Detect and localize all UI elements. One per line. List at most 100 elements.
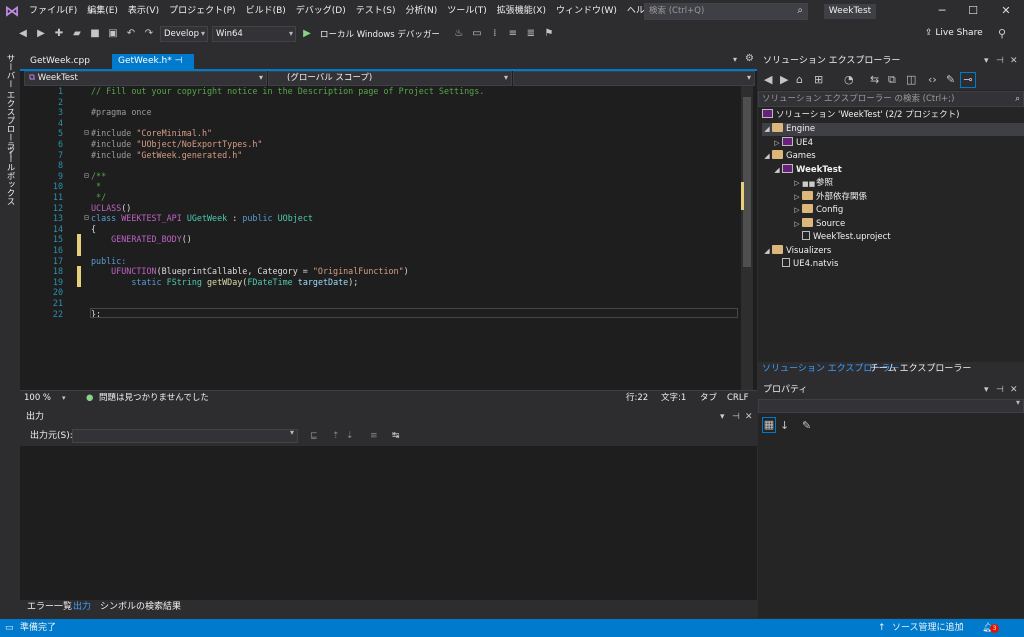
output-window-icon[interactable]: ▭: [5, 619, 14, 637]
member-nav-select[interactable]: ▾: [513, 71, 755, 86]
code-editor[interactable]: 1 2 3 4 5 6 7 8 9 10 11 12 13 14 15 16 17 18 19 20 21 22 ⊟ ⊟ …: [20, 86, 740, 390]
properties-wrench-icon[interactable]: ✎: [946, 71, 955, 89]
open-folder-icon[interactable]: ▰: [70, 26, 84, 42]
expanded-arrow-icon[interactable]: ◢: [762, 150, 772, 163]
comment-icon[interactable]: ⁞: [488, 26, 502, 42]
solution-search-input[interactable]: ソリューション エクスプローラー の検索 (Ctrl+;) ⌕: [758, 91, 1024, 107]
save-icon[interactable]: ■: [88, 26, 102, 42]
flame-icon[interactable]: ♨: [452, 26, 466, 42]
minimize-button[interactable]: ─: [926, 0, 958, 22]
home-icon[interactable]: ⌂: [796, 71, 803, 89]
tab-team-explorer[interactable]: チーム エクスプローラー: [870, 362, 971, 377]
close-icon[interactable]: ✕: [1010, 381, 1018, 399]
start-debug-button[interactable]: ローカル Windows デバッガー: [320, 28, 440, 40]
expanded-arrow-icon[interactable]: ◢: [762, 123, 772, 136]
back-icon[interactable]: ◀: [764, 71, 772, 89]
config-select[interactable]: Develop: [160, 26, 208, 42]
tree-references[interactable]: ▷ ■■参照: [792, 177, 833, 190]
categorized-icon[interactable]: ▦: [762, 417, 776, 433]
tree-weektest[interactable]: ◢ WeekTest: [772, 164, 842, 177]
collapsed-arrow-icon[interactable]: ▷: [792, 218, 802, 231]
pending-changes-icon[interactable]: ◔: [844, 71, 854, 89]
menu-debug[interactable]: デバッグ(D): [291, 0, 351, 22]
property-pages-icon[interactable]: ✎: [802, 417, 811, 435]
new-project-icon[interactable]: ✚: [52, 26, 66, 42]
switch-views-icon[interactable]: ⊞: [814, 71, 823, 89]
tree-config[interactable]: ▷ Config: [792, 204, 843, 217]
start-debug-icon[interactable]: ▶: [300, 26, 314, 42]
platform-select[interactable]: Win64: [212, 26, 296, 42]
project-nav-select[interactable]: ⧉ WeekTest ▾: [24, 71, 267, 86]
back-icon[interactable]: ◀: [16, 26, 30, 42]
menu-test[interactable]: テスト(S): [351, 0, 401, 22]
collapse-all-icon[interactable]: ⧉: [888, 71, 896, 89]
screen-icon[interactable]: ▭: [470, 26, 484, 42]
forward-icon[interactable]: ▶: [780, 71, 788, 89]
tree-uproject[interactable]: WeekTest.uproject: [802, 231, 891, 244]
tab-dropdown-icon[interactable]: ▾: [733, 55, 737, 64]
search-input[interactable]: 検索 (Ctrl+Q) ⌕: [644, 3, 808, 20]
tree-solution[interactable]: ソリューション 'WeekTest' (2/2 プロジェクト): [762, 109, 959, 122]
window-dropdown-icon[interactable]: ▾: [720, 409, 725, 426]
tab-symbol-results[interactable]: シンボルの検索結果: [97, 600, 184, 615]
chevron-up-icon[interactable]: ˄: [959, 619, 964, 637]
pin-icon[interactable]: ⊣: [732, 409, 740, 426]
tree-source[interactable]: ▷ Source: [792, 218, 845, 231]
zoom-level[interactable]: 100 %: [24, 391, 51, 406]
close-icon[interactable]: ✕: [1010, 52, 1018, 70]
properties-object-select[interactable]: ▾: [758, 398, 1024, 413]
source-control-button[interactable]: ソース管理に追加: [892, 619, 964, 637]
output-source-select[interactable]: ▾: [72, 428, 298, 443]
settings-gear-icon[interactable]: ⚙: [745, 53, 754, 64]
close-icon[interactable]: ✕: [745, 409, 753, 426]
outdent-icon[interactable]: ≣: [524, 26, 538, 42]
view-code-icon[interactable]: ‹›: [928, 71, 937, 89]
scope-nav-select[interactable]: (グローバル スコープ) ▾: [268, 71, 512, 86]
pin-icon[interactable]: ⊣: [175, 56, 183, 66]
server-explorer-tab[interactable]: サーバー エクスプローラー: [4, 54, 16, 159]
word-wrap-icon[interactable]: ↹: [392, 426, 400, 446]
bookmark-icon[interactable]: ⚑: [542, 26, 556, 42]
expanded-arrow-icon[interactable]: ◢: [772, 164, 782, 177]
editor-scrollbar-thumb[interactable]: [743, 97, 751, 267]
tab-getweek-cpp[interactable]: GetWeek.cpp: [24, 54, 96, 69]
close-button[interactable]: ✕: [990, 0, 1022, 22]
expanded-arrow-icon[interactable]: ◢: [762, 245, 772, 258]
menu-window[interactable]: ウィンドウ(W): [551, 0, 622, 22]
toolbox-tab[interactable]: ツールボックス: [4, 146, 16, 206]
sync-icon[interactable]: ⇆: [870, 71, 879, 89]
redo-icon[interactable]: ↷: [142, 26, 156, 42]
tab-error-list[interactable]: エラー一覧: [24, 600, 75, 615]
pin-icon[interactable]: ⊣: [996, 381, 1004, 399]
tree-engine[interactable]: ◢ Engine: [762, 123, 1024, 136]
tree-external-deps[interactable]: ▷ 外部依存関係: [792, 191, 867, 204]
pin-icon[interactable]: ⊣: [996, 52, 1004, 70]
undo-icon[interactable]: ↶: [124, 26, 138, 42]
tree-games[interactable]: ◢ Games: [762, 150, 816, 163]
show-all-files-icon[interactable]: ◫: [906, 71, 916, 89]
alphabetical-icon[interactable]: ↓: [780, 417, 789, 435]
feedback-icon[interactable]: ⚲: [998, 27, 1006, 40]
chevron-down-icon[interactable]: ▾: [62, 391, 66, 406]
menu-analyze[interactable]: 分析(N): [400, 0, 442, 22]
tab-output[interactable]: 出力: [70, 600, 94, 615]
menu-project[interactable]: プロジェクト(P): [164, 0, 240, 22]
menu-tools[interactable]: ツール(T): [442, 0, 492, 22]
tab-getweek-h[interactable]: GetWeek.h* ⊣ ✕: [112, 54, 194, 81]
menu-file[interactable]: ファイル(F): [24, 0, 82, 22]
collapsed-arrow-icon[interactable]: ▷: [772, 137, 782, 150]
issues-status[interactable]: 問題は見つかりませんでした: [99, 391, 209, 406]
save-all-icon[interactable]: ▣: [106, 26, 120, 42]
find-icon[interactable]: ⊑: [310, 426, 318, 446]
maximize-button[interactable]: ☐: [957, 0, 989, 22]
tree-visualizers[interactable]: ◢ Visualizers: [762, 245, 831, 258]
live-share-button[interactable]: ⇪ Live Share: [925, 28, 983, 38]
indent-icon[interactable]: ≡: [506, 26, 520, 42]
menu-view[interactable]: 表示(V): [123, 0, 164, 22]
collapsed-arrow-icon[interactable]: ▷: [792, 177, 802, 190]
window-dropdown-icon[interactable]: ▾: [984, 52, 989, 70]
window-dropdown-icon[interactable]: ▾: [984, 381, 989, 399]
collapsed-arrow-icon[interactable]: ▷: [792, 191, 802, 204]
menu-extensions[interactable]: 拡張機能(X): [492, 0, 551, 22]
preview-icon[interactable]: ⊸: [960, 72, 976, 88]
